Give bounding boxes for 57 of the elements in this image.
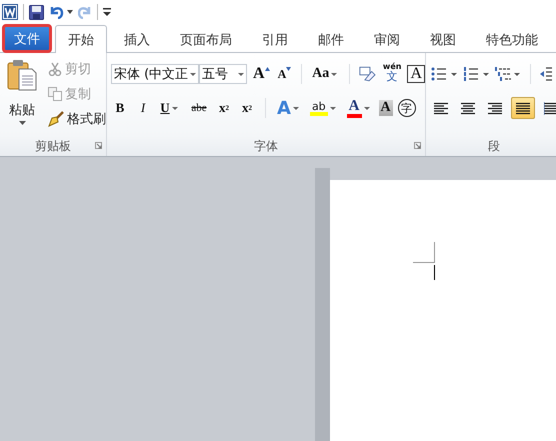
change-case-button[interactable]: Aa (310, 63, 342, 85)
align-lines-icon (488, 102, 502, 114)
paintbrush-icon (48, 111, 64, 127)
character-border-button[interactable]: A (407, 65, 425, 83)
word-app-icon[interactable] (2, 4, 18, 20)
undo-icon[interactable] (49, 5, 73, 19)
up-arrow-icon (264, 67, 270, 71)
multilevel-list-icon[interactable] (495, 67, 521, 81)
ribbon-tab[interactable]: 页面布局 (167, 26, 245, 52)
ribbon-tab[interactable]: 开始 (55, 25, 107, 53)
down-arrow-icon (286, 67, 292, 71)
customize-toolbar-icon[interactable] (103, 7, 111, 17)
align-lines-icon (516, 102, 530, 114)
scissors-icon (48, 62, 62, 76)
grow-font-button[interactable]: A (251, 63, 272, 85)
font-color-button[interactable]: A (344, 97, 374, 119)
dialog-launcher-icon[interactable] (414, 142, 421, 149)
group-title: 字体 (254, 138, 278, 154)
caret-icon (18, 121, 26, 125)
shrink-font-button[interactable]: A (276, 63, 294, 85)
phonetic-guide-button[interactable]: wén 文 (380, 63, 404, 85)
clear-formatting-icon[interactable] (359, 65, 376, 83)
superscript-button[interactable]: x$^{2}$ (238, 97, 256, 119)
ribbon-tab[interactable]: 邮件 (305, 26, 357, 52)
ribbon-tab[interactable]: 引用 (249, 26, 301, 52)
align-lines-icon (461, 102, 475, 114)
text-cursor (434, 265, 435, 280)
italic-button[interactable]: I (134, 97, 152, 119)
save-icon[interactable] (29, 4, 44, 20)
text-effect-button[interactable]: A (275, 97, 303, 119)
font-name-dropdown[interactable]: 宋体 (中文正 (111, 64, 200, 84)
clipboard-icon (7, 59, 37, 91)
paste-button[interactable]: 粘贴 (0, 53, 44, 136)
character-shading-button[interactable]: A (378, 100, 393, 116)
justify-align-button[interactable] (511, 97, 535, 119)
group-title: 剪贴板 (35, 138, 71, 154)
strikethrough-button[interactable]: abe (188, 97, 210, 119)
font-size-dropdown[interactable]: 五号 (199, 64, 248, 84)
bold-button[interactable]: B (111, 97, 129, 119)
numbered-list-icon[interactable] (463, 67, 489, 81)
group-title: 段 (488, 138, 500, 154)
bullet-list-icon[interactable] (431, 67, 457, 81)
indent-icon[interactable] (540, 67, 552, 81)
ribbon-tab[interactable]: 审阅 (361, 26, 413, 52)
ribbon-tab[interactable]: 视图 (417, 26, 469, 52)
copy-icon (48, 87, 62, 101)
brush-button[interactable]: 格式刷 (44, 109, 106, 129)
enclose-character-button[interactable]: 字 (398, 99, 416, 117)
underline-button[interactable]: U (157, 97, 183, 119)
dialog-launcher-icon[interactable] (95, 142, 102, 149)
align-lines-icon (544, 102, 556, 114)
ribbon-tab[interactable]: 插入 (111, 26, 163, 52)
ribbon-tab[interactable]: 特色功能 (473, 26, 551, 52)
file-tab[interactable]: 文件 (3, 25, 51, 52)
highlight-button[interactable]: ab (308, 97, 340, 119)
align-lines-icon (434, 102, 448, 114)
text-boundary-mark (413, 242, 435, 264)
